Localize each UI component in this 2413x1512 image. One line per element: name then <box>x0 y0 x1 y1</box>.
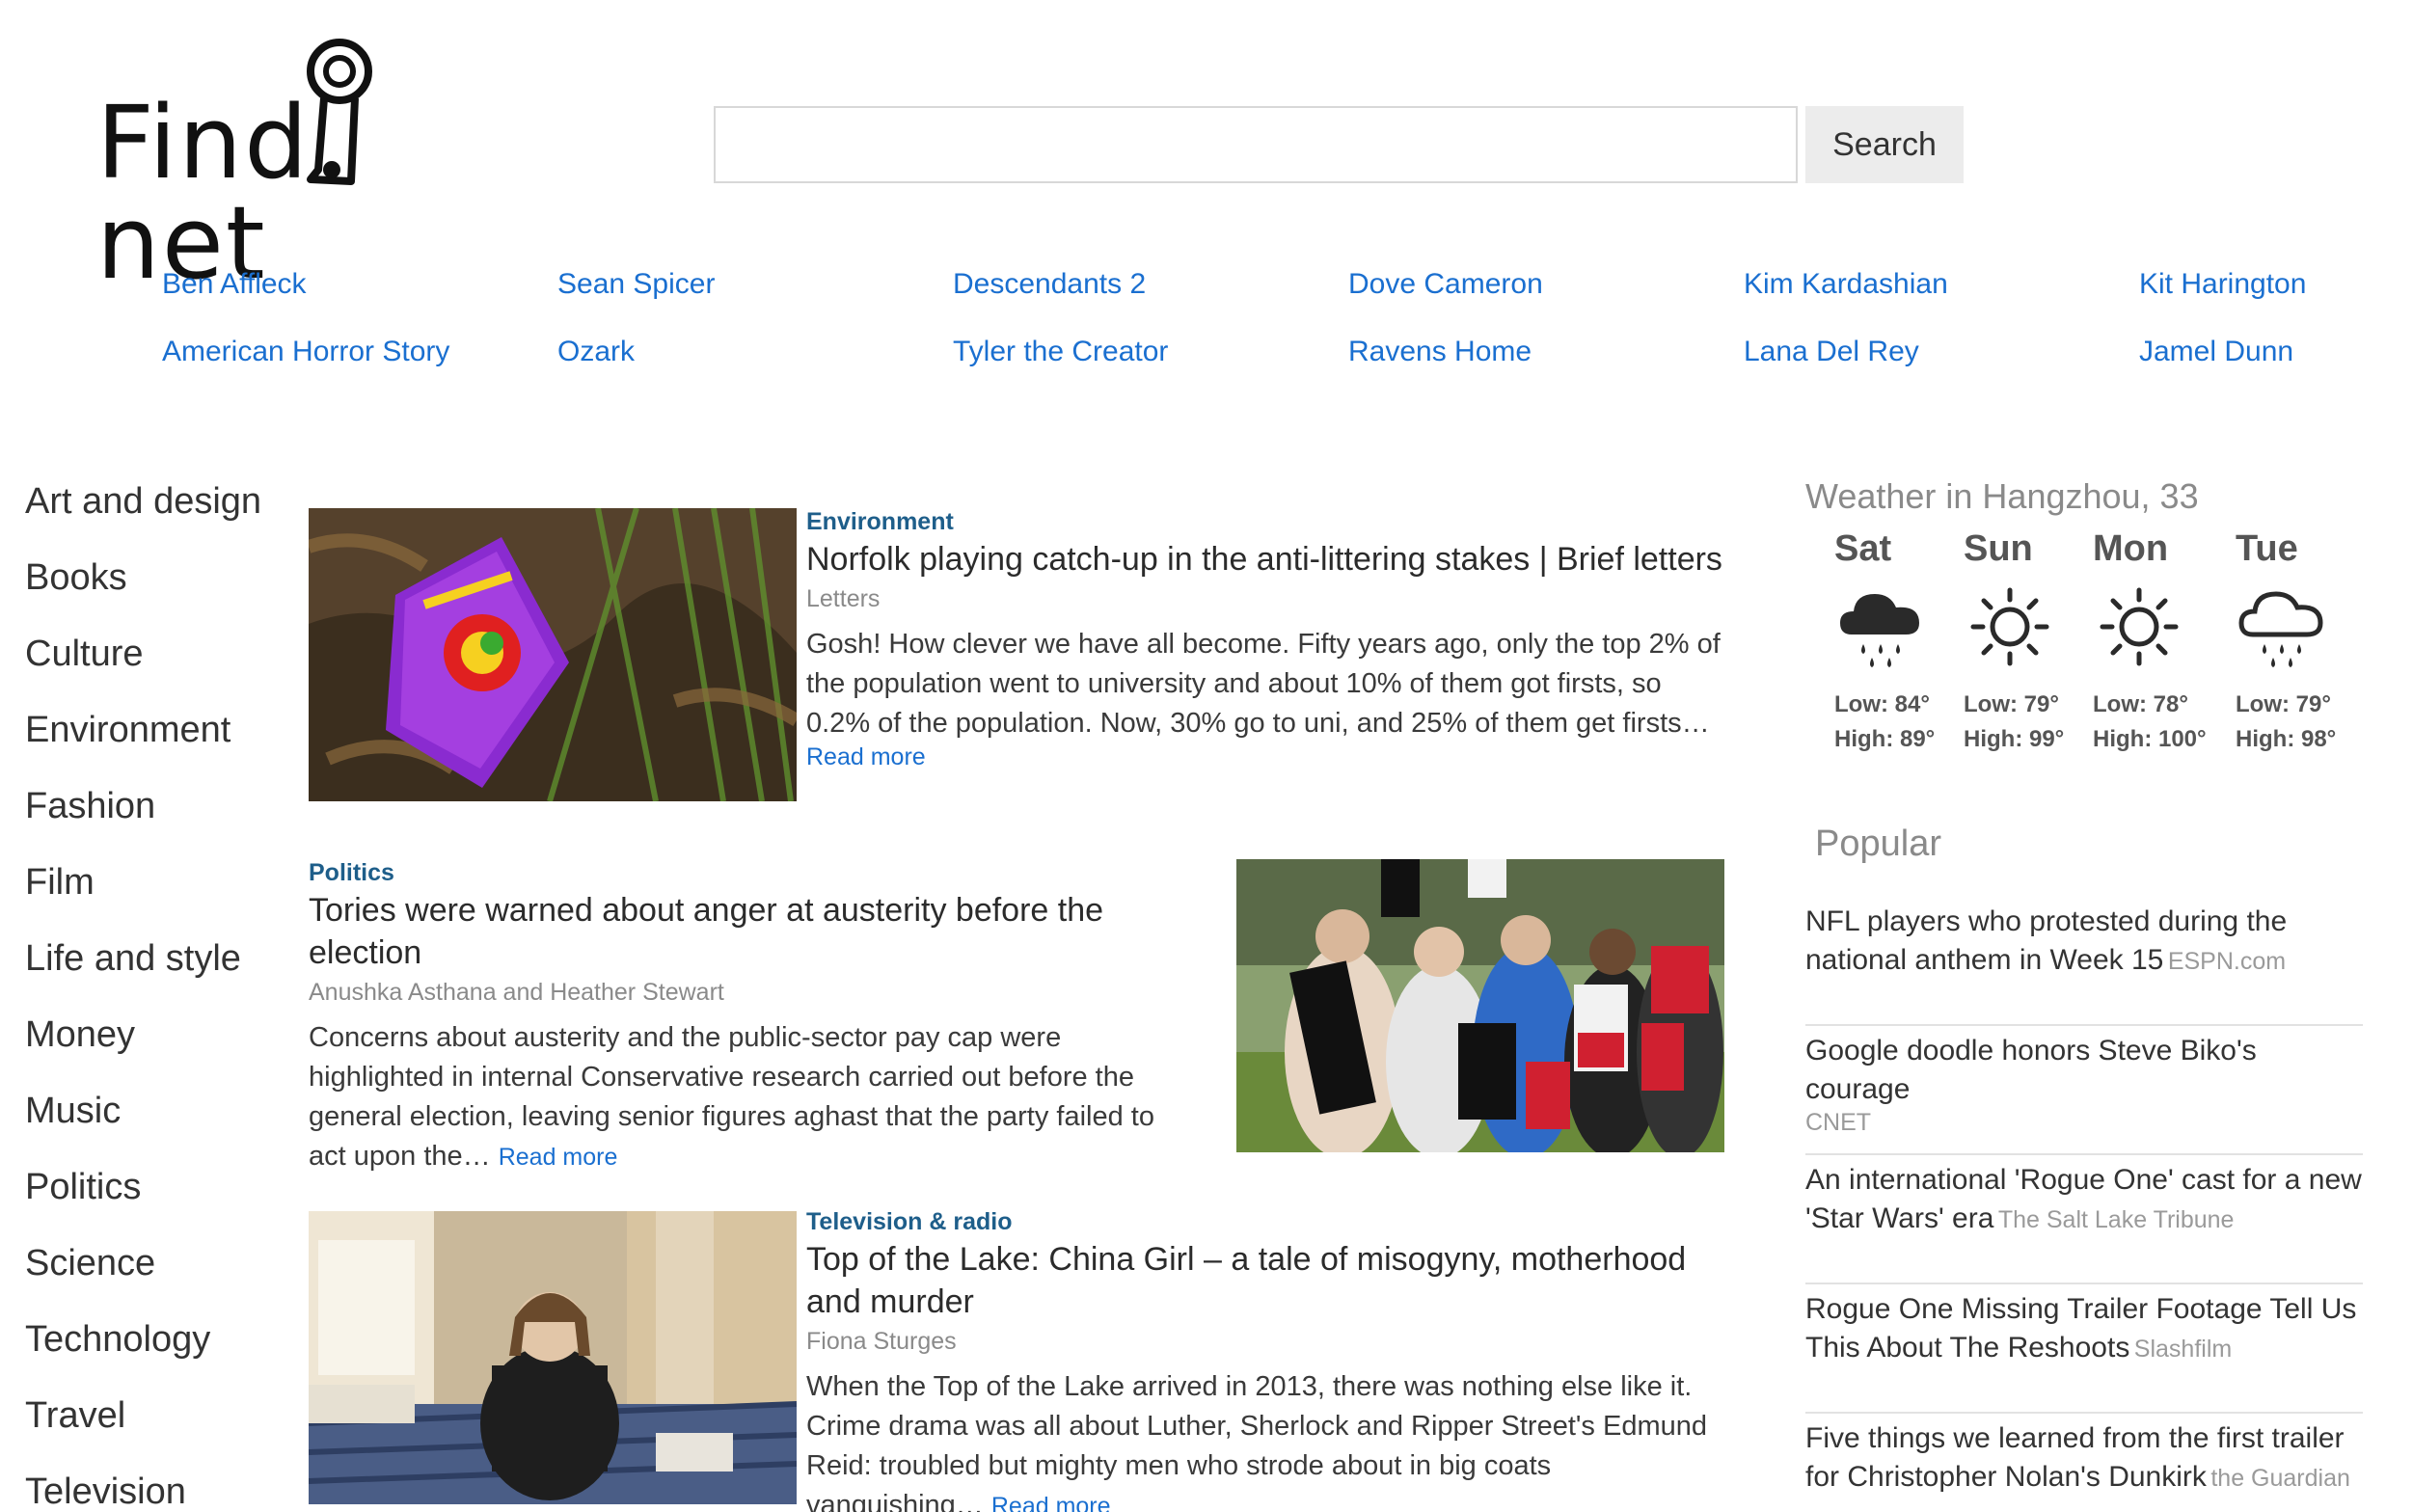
rain-cloud-outline-icon <box>2238 591 2323 667</box>
day-name: Sat <box>1834 528 1892 569</box>
trend-link[interactable]: Ben Affleck <box>162 268 307 301</box>
category-environment[interactable]: Environment <box>25 701 261 777</box>
category-fashion[interactable]: Fashion <box>25 777 261 853</box>
trend-link[interactable]: Ravens Home <box>1348 336 1532 368</box>
category-film[interactable]: Film <box>25 853 261 930</box>
article-title[interactable]: Tories were warned about anger at auster… <box>309 889 1196 974</box>
article-title[interactable]: Norfolk playing catch-up in the anti-lit… <box>806 538 1732 580</box>
day-high: High: 98° <box>2236 726 2337 752</box>
article-body: Environment Norfolk playing catch-up in … <box>806 505 1732 771</box>
trend-link[interactable]: Lana Del Rey <box>1744 336 1919 368</box>
day-low: Low: 79° <box>2236 691 2331 717</box>
weather-title: Weather in Hangzhou, 33 <box>1805 476 2199 516</box>
day-low: Low: 84° <box>1834 691 1930 717</box>
popular-item-source: The Salt Lake Tribune <box>1997 1206 2235 1233</box>
category-music[interactable]: Music <box>25 1082 261 1158</box>
popular-item-text[interactable]: Rogue One Missing Trailer Footage Tell U… <box>1805 1293 2356 1364</box>
popular-item[interactable]: Google doodle honors Steve Biko's courag… <box>1805 1026 2363 1155</box>
category-sidebar: Art and design Books Culture Environment… <box>25 472 261 1512</box>
day-high: High: 99° <box>1964 726 2065 752</box>
trend-link[interactable]: Tyler the Creator <box>953 336 1168 368</box>
trend-link[interactable]: Sean Spicer <box>557 268 715 301</box>
popular-item[interactable]: Rogue One Missing Trailer Footage Tell U… <box>1805 1284 2363 1414</box>
category-science[interactable]: Science <box>25 1234 261 1310</box>
day-low: Low: 79° <box>1964 691 2059 717</box>
article-image-protest[interactable] <box>1236 859 1724 1152</box>
article-excerpt: Concerns about austerity and the public-… <box>309 1022 1154 1172</box>
category-life-and-style[interactable]: Life and style <box>25 930 261 1006</box>
magnifier-key-icon <box>307 39 372 185</box>
trend-link[interactable]: Jamel Dunn <box>2139 336 2293 368</box>
article-title[interactable]: Top of the Lake: China Girl – a tale of … <box>806 1238 1732 1323</box>
category-politics[interactable]: Politics <box>25 1158 261 1234</box>
category-technology[interactable]: Technology <box>25 1310 261 1387</box>
weather-day: Tue Low: 79° High: 98° <box>2236 525 2371 757</box>
article-tag[interactable]: Politics <box>309 856 1196 889</box>
popular-item-source: CNET <box>1805 1109 1872 1136</box>
article-image-woman-on-bed[interactable] <box>309 1211 797 1504</box>
category-money[interactable]: Money <box>25 1006 261 1082</box>
search-input[interactable] <box>714 106 1798 183</box>
rain-cloud-icon <box>1840 594 1919 667</box>
read-more-link[interactable]: Read more <box>991 1493 1111 1512</box>
weather-day: Sat Low: 84° High: 89° <box>1834 525 1969 757</box>
day-high: High: 89° <box>1834 726 1936 752</box>
trend-link[interactable]: Kim Kardashian <box>1744 268 1948 301</box>
article-author: Anushka Asthana and Heather Stewart <box>309 979 724 1006</box>
day-name: Mon <box>2093 528 2169 569</box>
article-image-crisp-packet[interactable] <box>309 508 797 801</box>
logo[interactable]: Findnet <box>96 35 492 293</box>
popular-item-text[interactable]: Google doodle honors Steve Biko's courag… <box>1805 1035 2257 1105</box>
sun-icon <box>2100 587 2179 666</box>
popular-list: NFL players who protested during the nat… <box>1805 897 2363 1512</box>
read-more-link[interactable]: Read more <box>806 743 926 770</box>
trend-link[interactable]: Ozark <box>557 336 635 368</box>
weather-day: Mon Low: 78° High: 100° <box>2093 525 2228 757</box>
trend-link[interactable]: American Horror Story <box>162 336 449 368</box>
day-high: High: 100° <box>2093 726 2207 752</box>
popular-item[interactable]: Five things we learned from the first tr… <box>1805 1414 2363 1512</box>
trend-link[interactable]: Dove Cameron <box>1348 268 1543 301</box>
article-author: Letters <box>806 585 881 612</box>
search-button[interactable]: Search <box>1805 106 1964 183</box>
popular-item[interactable]: An international 'Rogue One' cast for a … <box>1805 1155 2363 1284</box>
popular-item-source: ESPN.com <box>2167 948 2287 975</box>
category-television[interactable]: Television <box>25 1463 261 1512</box>
popular-item-source: Slashfilm <box>2133 1336 2233 1363</box>
day-name: Tue <box>2236 528 2298 569</box>
sun-icon <box>1970 587 2049 666</box>
category-art-and-design[interactable]: Art and design <box>25 472 261 549</box>
article-body: Politics Tories were warned about anger … <box>309 856 1196 1177</box>
article-author: Fiona Sturges <box>806 1328 957 1355</box>
popular-item-source: the Guardian <box>2210 1465 2350 1492</box>
article-tag[interactable]: Television & radio <box>806 1205 1732 1238</box>
article-body: Television & radio Top of the Lake: Chin… <box>806 1205 1732 1512</box>
category-culture[interactable]: Culture <box>25 625 261 701</box>
weather-day: Sun Low: 79° High: 99° <box>1964 525 2099 757</box>
category-books[interactable]: Books <box>25 549 261 625</box>
article-excerpt: When the Top of the Lake arrived in 2013… <box>806 1367 1732 1512</box>
day-name: Sun <box>1964 528 2033 569</box>
popular-item[interactable]: NFL players who protested during the nat… <box>1805 897 2363 1026</box>
read-more-link[interactable]: Read more <box>499 1144 618 1171</box>
category-travel[interactable]: Travel <box>25 1387 261 1463</box>
article-excerpt: Gosh! How clever we have all become. Fif… <box>806 629 1721 739</box>
day-low: Low: 78° <box>2093 691 2188 717</box>
popular-title: Popular <box>1815 824 1941 864</box>
trend-link[interactable]: Descendants 2 <box>953 268 1146 301</box>
article-tag[interactable]: Environment <box>806 505 1732 538</box>
trend-link[interactable]: Kit Harington <box>2139 268 2306 301</box>
